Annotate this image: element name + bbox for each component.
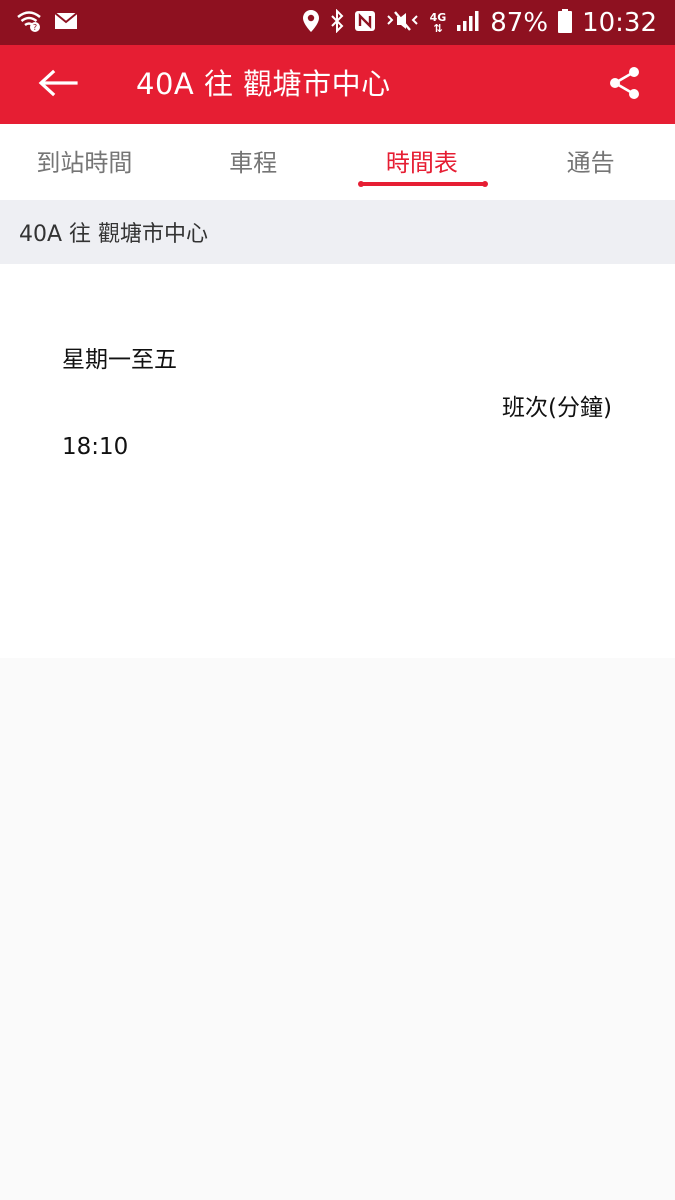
back-button[interactable]	[22, 59, 94, 111]
app-bar: 40A 往 觀塘市中心	[0, 45, 675, 124]
departure-time: 18:10	[62, 434, 129, 460]
route-header: 40A 往 觀塘市中心	[0, 200, 675, 264]
day-label: 星期一至五	[62, 347, 177, 373]
mute-icon	[386, 10, 420, 36]
tab-notice[interactable]: 通告	[506, 124, 675, 200]
status-bar: ? 4G ⇅ 87% 10:32	[0, 0, 675, 45]
tab-arrival-time[interactable]: 到站時間	[0, 124, 169, 200]
battery-icon	[558, 8, 573, 37]
location-icon	[302, 9, 320, 37]
arrow-left-icon	[38, 69, 78, 101]
network-4g-icon: 4G ⇅	[429, 10, 447, 35]
timetable-card: 星期一至五 班次(分鐘) 18:10	[0, 264, 675, 658]
wifi-call-icon: ?	[16, 10, 42, 36]
share-icon	[608, 66, 642, 104]
tab-timetable[interactable]: 時間表	[338, 124, 507, 200]
share-button[interactable]	[597, 59, 653, 111]
mail-icon	[54, 11, 78, 34]
bluetooth-icon	[330, 8, 344, 37]
signal-icon	[456, 10, 480, 36]
tab-bar: 到站時間 車程 時間表 通告	[0, 124, 675, 200]
battery-percent: 87%	[490, 7, 549, 38]
svg-text:?: ?	[33, 23, 37, 32]
clock: 10:32	[582, 7, 657, 38]
frequency-header: 班次(分鐘)	[502, 395, 612, 421]
nfc-icon	[354, 10, 376, 36]
page-title: 40A 往 觀塘市中心	[136, 67, 391, 101]
active-tab-indicator	[358, 181, 488, 187]
tab-journey[interactable]: 車程	[169, 124, 338, 200]
